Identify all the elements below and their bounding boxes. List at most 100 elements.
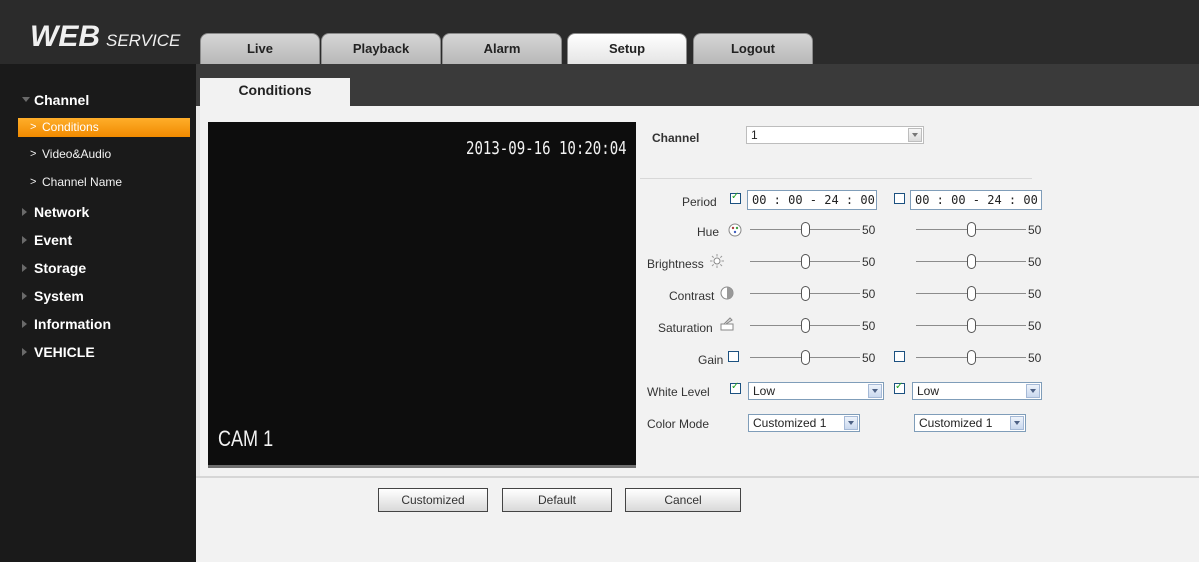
- white-level-label: White Level: [647, 385, 710, 399]
- osd-camera-name: CAM 1: [218, 426, 274, 451]
- sidebar-item-channel-name[interactable]: > Channel Name: [18, 173, 190, 192]
- white-level-2-select[interactable]: Low: [912, 382, 1042, 400]
- slider-thumb[interactable]: [801, 350, 810, 365]
- gain-value-1: 50: [862, 351, 876, 365]
- gain-2-checkbox[interactable]: [894, 351, 905, 362]
- brightness-label: Brightness: [647, 257, 704, 271]
- logo-web: WEB: [30, 20, 100, 53]
- sidebar-item-label: Video&Audio: [42, 147, 112, 161]
- sidebar-item-conditions[interactable]: > Conditions: [18, 118, 190, 137]
- slider-thumb[interactable]: [967, 286, 976, 301]
- slider-thumb[interactable]: [967, 318, 976, 333]
- hue-icon: [728, 223, 742, 237]
- white-level-1-value: Low: [753, 384, 776, 398]
- brightness-slider-1[interactable]: 50: [750, 254, 875, 270]
- logo: WEB SERVICE: [30, 20, 180, 54]
- chevron-right-icon: >: [30, 176, 37, 188]
- customized-button[interactable]: Customized: [378, 488, 488, 512]
- slider-thumb[interactable]: [801, 254, 810, 269]
- brightness-value-2: 50: [1028, 255, 1042, 269]
- hue-value-1: 50: [862, 223, 876, 237]
- sub-tab-bar: Conditions: [196, 64, 1199, 106]
- color-mode-2-select[interactable]: Customized 1: [914, 414, 1026, 432]
- tab-logout[interactable]: Logout: [693, 33, 813, 64]
- contrast-label: Contrast: [669, 289, 715, 303]
- saturation-slider-1[interactable]: 50: [750, 318, 875, 334]
- period-1-checkbox[interactable]: [730, 191, 741, 204]
- tab-conditions[interactable]: Conditions: [200, 78, 350, 106]
- slider-thumb[interactable]: [801, 286, 810, 301]
- triangle-icon: [22, 236, 27, 244]
- gain-slider-2[interactable]: 50: [916, 350, 1041, 366]
- dropdown-arrow-icon[interactable]: [1010, 416, 1024, 430]
- hue-slider-2[interactable]: 50: [916, 222, 1041, 238]
- sidebar-section-system[interactable]: System: [0, 284, 196, 308]
- dropdown-arrow-icon[interactable]: [1026, 384, 1040, 398]
- white-level-2-checkbox[interactable]: [894, 381, 905, 394]
- dropdown-arrow-icon[interactable]: [868, 384, 882, 398]
- slider-thumb[interactable]: [967, 350, 976, 365]
- dropdown-arrow-icon[interactable]: [844, 416, 858, 430]
- gain-1-checkbox[interactable]: [728, 351, 739, 362]
- contrast-slider-2[interactable]: 50: [916, 286, 1041, 302]
- sidebar-section-network[interactable]: Network: [0, 200, 196, 224]
- divider: [640, 178, 1032, 179]
- slider-thumb[interactable]: [801, 318, 810, 333]
- tab-live[interactable]: Live: [200, 33, 320, 64]
- hue-value-2: 50: [1028, 223, 1042, 237]
- logo-service: SERVICE: [106, 31, 181, 50]
- saturation-slider-2[interactable]: 50: [916, 318, 1041, 334]
- triangle-icon: [22, 292, 27, 300]
- tab-alarm[interactable]: Alarm: [442, 33, 562, 64]
- sidebar-section-label: Channel: [34, 92, 90, 108]
- conditions-panel: 2013-09-16 10:20:04 CAM 1 Channel 1 Peri…: [200, 106, 1199, 476]
- white-level-2-value: Low: [917, 384, 940, 398]
- period-1-field[interactable]: 00 : 00 - 24 : 00: [747, 190, 877, 210]
- white-level-1-checkbox[interactable]: [730, 381, 741, 394]
- period-label: Period: [682, 195, 717, 209]
- sidebar-section-label: Network: [34, 204, 90, 220]
- slider-thumb[interactable]: [967, 222, 976, 237]
- dropdown-arrow-icon[interactable]: [908, 128, 922, 142]
- color-mode-2-value: Customized 1: [919, 416, 993, 430]
- saturation-value-1: 50: [862, 319, 876, 333]
- cancel-button[interactable]: Cancel: [625, 488, 741, 512]
- saturation-label: Saturation: [658, 321, 713, 335]
- sidebar-section-label: VEHICLE: [34, 344, 95, 360]
- sidebar-section-storage[interactable]: Storage: [0, 256, 196, 280]
- triangle-icon: [22, 264, 27, 272]
- channel-select[interactable]: 1: [746, 126, 924, 144]
- triangle-icon: [22, 208, 27, 216]
- sidebar-section-label: Event: [34, 232, 73, 248]
- chevron-right-icon: >: [30, 148, 37, 160]
- triangle-icon: [22, 320, 27, 328]
- sidebar-item-label: Conditions: [42, 120, 99, 134]
- brightness-icon: [710, 254, 724, 268]
- channel-label: Channel: [652, 131, 700, 145]
- triangle-icon: [22, 97, 30, 102]
- tab-setup[interactable]: Setup: [567, 33, 687, 64]
- gain-slider-1[interactable]: 50: [750, 350, 875, 366]
- sidebar-item-video-audio[interactable]: > Video&Audio: [18, 145, 190, 164]
- default-button[interactable]: Default: [502, 488, 612, 512]
- sidebar-section-information[interactable]: Information: [0, 312, 196, 336]
- gain-label: Gain: [698, 353, 724, 367]
- color-mode-1-select[interactable]: Customized 1: [748, 414, 860, 432]
- sidebar-section-event[interactable]: Event: [0, 228, 196, 252]
- tab-playback[interactable]: Playback: [321, 33, 441, 64]
- gain-value-2: 50: [1028, 351, 1042, 365]
- period-2-checkbox[interactable]: [894, 193, 905, 204]
- slider-thumb[interactable]: [967, 254, 976, 269]
- color-mode-1-value: Customized 1: [753, 416, 827, 430]
- hue-slider-1[interactable]: 50: [750, 222, 875, 238]
- sidebar-section-vehicle[interactable]: VEHICLE: [0, 340, 196, 364]
- brightness-value-1: 50: [862, 255, 876, 269]
- content-area: Conditions 2013-09-16 10:20:04 CAM 1 Cha…: [196, 64, 1199, 562]
- sidebar-section-channel[interactable]: Channel: [0, 88, 196, 112]
- brightness-slider-2[interactable]: 50: [916, 254, 1041, 270]
- sidebar-section-label: System: [34, 288, 84, 304]
- white-level-1-select[interactable]: Low: [748, 382, 884, 400]
- period-2-field[interactable]: 00 : 00 - 24 : 00: [910, 190, 1042, 210]
- slider-thumb[interactable]: [801, 222, 810, 237]
- contrast-slider-1[interactable]: 50: [750, 286, 875, 302]
